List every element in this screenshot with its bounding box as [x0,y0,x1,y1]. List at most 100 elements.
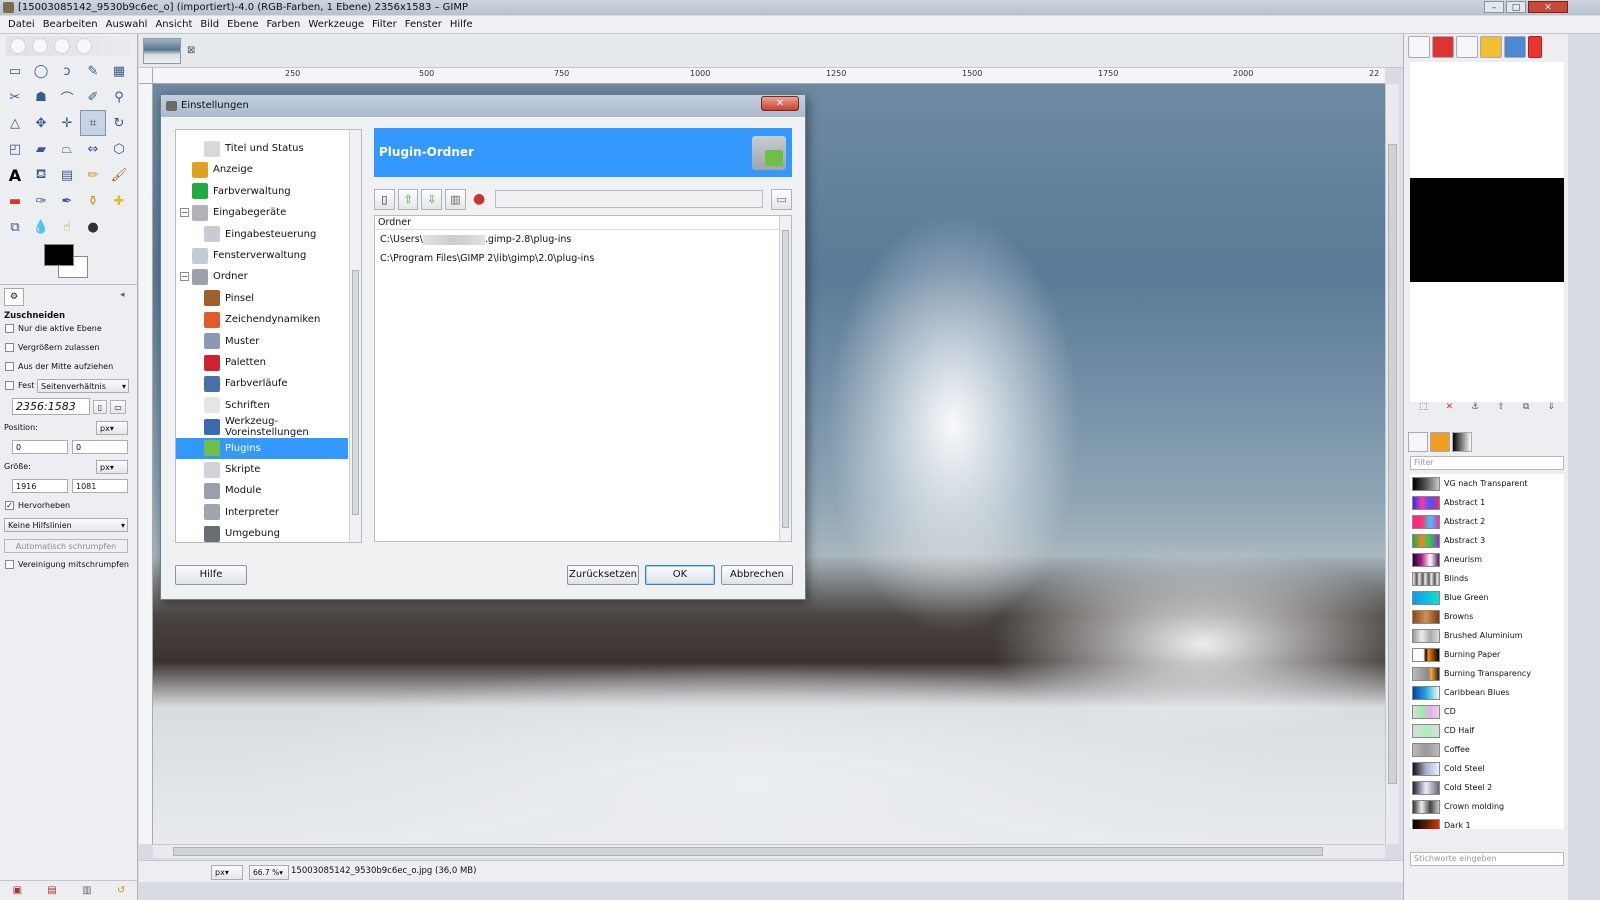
foreground-color-swatch[interactable] [44,244,74,266]
tree-item[interactable]: Module [176,480,348,501]
tree-item[interactable]: Schriften [176,395,348,416]
size-height-input[interactable]: 1081 [72,479,128,493]
tree-item[interactable]: Pinsel [176,288,348,309]
scale-tool-icon[interactable]: ◰ [2,136,28,162]
gradient-list-item[interactable]: Brushed Aluminium [1410,626,1564,645]
scissors-tool-icon[interactable]: ✂ [2,84,28,110]
gradient-list-item[interactable]: Browns [1410,607,1564,626]
gradient-list-item[interactable]: Abstract 3 [1410,531,1564,550]
cancel-button[interactable]: Abbrechen [721,565,793,585]
rotate-tool-icon[interactable]: ↻ [106,110,132,136]
gradient-filter-input[interactable]: Filter [1410,456,1564,470]
close-tab-icon[interactable]: ⊠ [187,45,195,56]
auto-shrink-button[interactable]: Automatisch schrumpfen [4,539,128,553]
menu-werkzeuge[interactable]: Werkzeuge [304,16,368,34]
tree-item[interactable]: Anzeige [176,159,348,180]
canvas-vertical-scrollbar[interactable] [1385,84,1399,844]
ink-tool-icon[interactable]: ✒ [54,188,80,214]
heal-tool-icon[interactable]: ✚ [106,188,132,214]
new-folder-icon[interactable]: ▯ [374,188,395,210]
vertical-ruler[interactable] [139,84,153,844]
navigation-preview[interactable] [1410,178,1564,282]
paintbrush-tool-icon[interactable]: 🖌 [106,162,132,188]
folder-list-item[interactable]: C:\Users\ .gimp-2.8\plug-ins [375,230,791,249]
paths-tool-icon[interactable]: ⌒ [54,84,80,110]
zoom-tool-icon[interactable]: ⚲ [106,84,132,110]
keyword-input[interactable]: Stichworte eingeben [1410,852,1564,866]
gradient-list-item[interactable]: VG nach Transparent [1410,474,1564,493]
position-x-input[interactable]: 0 [12,440,68,454]
menu-hilfe[interactable]: Hilfe [446,16,477,34]
tool-options-tab-icon[interactable]: ⚙ [4,288,24,306]
menu-fenster[interactable]: Fenster [401,16,446,34]
gradient-list-item[interactable]: Dark 1 [1410,816,1564,829]
position-unit-select[interactable]: px▾ [96,421,128,435]
size-unit-select[interactable]: px▾ [96,460,128,474]
menu-ebene[interactable]: Ebene [223,16,262,34]
delete-options-icon[interactable]: ▥ [82,885,91,896]
fixed-mode-select[interactable]: Seitenverhältnis ▾ [37,379,129,393]
text-tool-icon[interactable]: A [2,162,28,188]
tree-item[interactable]: Eingabesteuerung [176,224,348,245]
image-thumbnail[interactable] [143,38,181,64]
blend-tool-icon[interactable]: ▤ [54,162,80,188]
tree-expander-icon[interactable]: − [180,208,189,218]
delete-folder-icon[interactable]: ▥ [445,188,466,210]
gradient-list-item[interactable]: CD [1410,702,1564,721]
color-picker-tool-icon[interactable]: ✐ [80,84,106,110]
flip-tool-icon[interactable]: ⇔ [80,136,106,162]
airbrush-tool-icon[interactable]: ✑ [28,188,54,214]
tree-item[interactable]: Farbverwaltung [176,181,348,202]
color-select-tool-icon[interactable]: ▦ [106,58,132,84]
merge-icon[interactable]: ⇓ [1547,402,1555,418]
aspect-ratio-input[interactable]: 2356:1583 [12,398,90,415]
delete-icon[interactable]: ✕ [1446,402,1454,418]
tree-item[interactable]: Ordner [176,266,348,287]
ellipse-select-tool-icon[interactable]: ◯ [28,58,54,84]
smudge-tool-icon[interactable]: ☝ [54,214,80,240]
dodge-burn-tool-icon[interactable]: ● [80,214,106,240]
measure-tool-icon[interactable]: △ [2,110,28,136]
brushes-tab-icon[interactable] [1408,432,1428,452]
only-active-layer-checkbox[interactable]: Nur die aktive Ebene [5,324,102,333]
highlight-checkbox[interactable]: ✓ Hervorheben [5,501,70,510]
anchor-icon[interactable]: ⚓ [1471,402,1479,418]
gradient-list-item[interactable]: Coffee [1410,740,1564,759]
gradient-list-item[interactable]: Burning Transparency [1410,664,1564,683]
shear-tool-icon[interactable]: ▰ [28,136,54,162]
perspective-tool-icon[interactable]: ⏢ [54,136,80,162]
gradient-list-item[interactable]: Cold Steel [1410,759,1564,778]
move-down-icon[interactable]: ⇩ [421,188,443,210]
gradient-list-item[interactable]: Abstract 2 [1410,512,1564,531]
expand-from-center-checkbox[interactable]: Aus der Mitte aufziehen [5,362,113,371]
fuzzy-select-tool-icon[interactable]: ✎ [80,58,106,84]
paths-tab-icon[interactable] [1456,36,1478,58]
tree-item[interactable]: Eingabegeräte [176,202,348,223]
horizontal-ruler[interactable]: 250 500 750 1000 1250 1500 1750 2000 22 [153,68,1385,84]
tree-item[interactable]: Interpreter [176,502,348,523]
restore-options-icon[interactable]: ▤ [47,885,56,896]
rect-select-tool-icon[interactable]: ▭ [2,58,28,84]
raise-icon[interactable]: ⇧ [1497,402,1505,418]
portrait-icon[interactable]: ▯ [93,400,107,414]
maximize-button[interactable]: □ [1506,1,1526,13]
blur-tool-icon[interactable]: 💧 [28,214,54,240]
eraser-tool-icon[interactable]: ▬ [2,188,28,214]
canvas-horizontal-scrollbar[interactable] [153,844,1385,858]
save-options-icon[interactable]: ▣ [13,885,22,896]
tree-item[interactable]: Umgebung [176,523,348,542]
move-up-icon[interactable]: ⇧ [397,188,419,210]
tree-item[interactable]: Plugins [176,437,348,459]
close-window-button[interactable]: ✕ [1528,1,1568,13]
size-width-input[interactable]: 1916 [12,479,68,493]
gradient-list-item[interactable]: Abstract 1 [1410,493,1564,512]
cage-tool-icon[interactable]: ⬡ [106,136,132,162]
panel-menu-icon[interactable]: ◂ [120,290,125,300]
landscape-icon[interactable]: ▭ [110,400,126,414]
tree-item[interactable]: Zeichendynamiken [176,309,348,330]
new-layer-icon[interactable]: ⬚ [1419,402,1428,418]
gradient-list-item[interactable]: CD Half [1410,721,1564,740]
position-y-input[interactable]: 0 [72,440,128,454]
ruler-corner[interactable] [139,68,153,84]
reset-options-icon[interactable]: ↺ [117,885,125,896]
